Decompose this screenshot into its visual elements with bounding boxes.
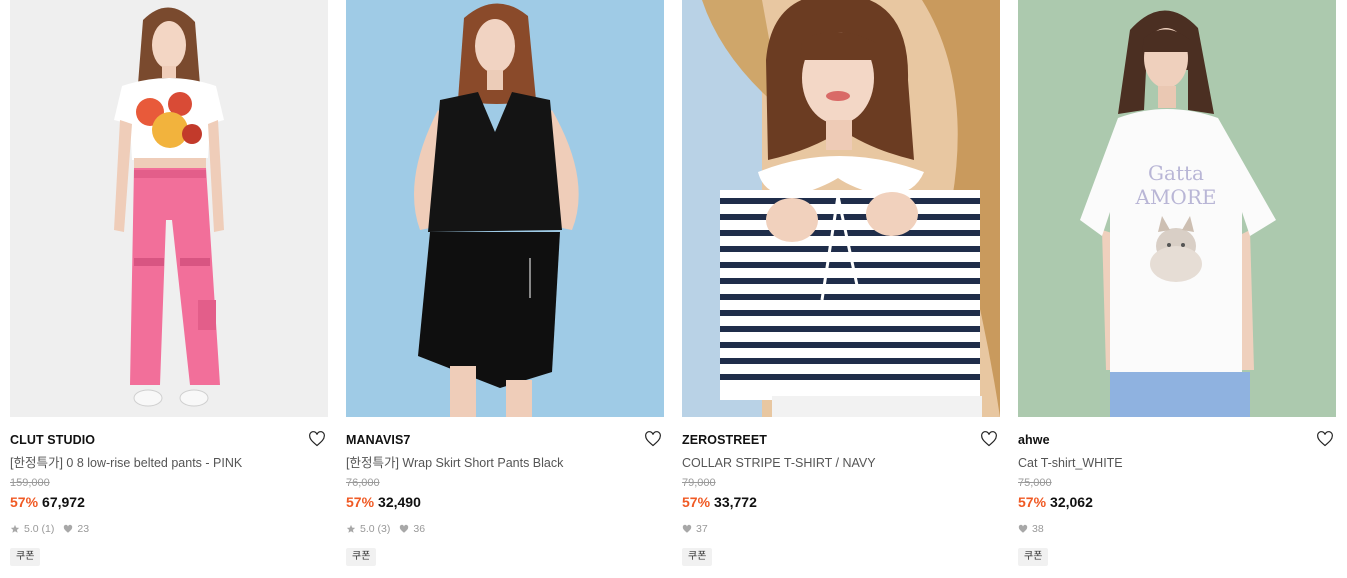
svg-text:AMORE: AMORE	[1135, 185, 1217, 209]
brand-row: ahwe	[1018, 430, 1336, 452]
product-image[interactable]	[346, 0, 664, 417]
heart-filled-icon	[682, 524, 692, 533]
product-card[interactable]: MANAVIS7 [한정특가] Wrap Skirt Short Pants B…	[346, 0, 664, 578]
likes: 23	[63, 522, 89, 536]
product-card[interactable]: Gatta AMORE ahwe Cat T-shirt_WHITE 75,00…	[1018, 0, 1336, 578]
product-card[interactable]: CLUT STUDIO [한정특가] 0 8 low-rise belted p…	[10, 0, 328, 578]
coupon-badge: 쿠폰	[10, 548, 41, 566]
product-grid: CLUT STUDIO [한정특가] 0 8 low-rise belted p…	[0, 0, 1347, 578]
product-image[interactable]	[682, 0, 1000, 417]
heart-filled-icon	[64, 524, 73, 533]
star-icon	[10, 524, 20, 533]
product-title[interactable]: [한정특가] Wrap Skirt Short Pants Black	[346, 455, 664, 471]
discount-rate: 57%	[1018, 494, 1047, 510]
coupon-badge: 쿠폰	[346, 548, 377, 566]
brand-name[interactable]: ahwe	[1018, 433, 1050, 447]
like-heart-outline-icon[interactable]	[307, 429, 327, 449]
rating: 5.0 (3)	[346, 522, 390, 536]
like-count: 36	[413, 523, 426, 535]
review-count: (1)	[41, 523, 55, 535]
rating-value: 5.0	[24, 523, 39, 535]
discount-rate: 57%	[682, 494, 711, 510]
brand-row: CLUT STUDIO	[10, 430, 328, 452]
likes: 36	[399, 522, 425, 536]
discount-rate: 57%	[10, 494, 39, 510]
brand-row: ZEROSTREET	[682, 430, 1000, 452]
heart-filled-icon	[1018, 524, 1028, 533]
likes: 37	[682, 522, 708, 536]
like-heart-outline-icon[interactable]	[643, 429, 663, 449]
rating: 5.0 (1)	[10, 522, 54, 536]
brand-name[interactable]: CLUT STUDIO	[10, 433, 95, 447]
sale-price: 33,772	[714, 494, 757, 510]
meta-row: 5.0 (3) 36	[346, 522, 664, 536]
price-row: 57% 67,972	[10, 493, 328, 511]
original-price: 79,000	[682, 477, 716, 489]
brand-row: MANAVIS7	[346, 430, 664, 452]
original-price: 76,000	[346, 477, 380, 489]
sale-price: 32,490	[378, 494, 421, 510]
like-heart-outline-icon[interactable]	[979, 429, 999, 449]
product-image[interactable]	[10, 0, 328, 417]
sale-price: 67,972	[42, 494, 85, 510]
like-count: 37	[696, 523, 708, 535]
brand-name[interactable]: ZEROSTREET	[682, 433, 767, 447]
meta-row: 37	[682, 522, 1000, 536]
price-row: 57% 33,772	[682, 493, 1000, 511]
star-icon	[346, 524, 356, 533]
product-title[interactable]: COLLAR STRIPE T-SHIRT / NAVY	[682, 455, 1000, 471]
brand-name[interactable]: MANAVIS7	[346, 433, 410, 447]
price-row: 57% 32,490	[346, 493, 664, 511]
like-count: 23	[77, 523, 90, 535]
svg-text:Gatta: Gatta	[1148, 161, 1204, 185]
product-image[interactable]: Gatta AMORE	[1018, 0, 1336, 417]
discount-rate: 57%	[346, 494, 375, 510]
likes: 38	[1018, 522, 1044, 536]
price-row: 57% 32,062	[1018, 493, 1336, 511]
meta-row: 5.0 (1) 23	[10, 522, 328, 536]
meta-row: 38	[1018, 522, 1336, 536]
like-heart-outline-icon[interactable]	[1315, 429, 1335, 449]
original-price: 159,000	[10, 477, 50, 489]
product-card[interactable]: ZEROSTREET COLLAR STRIPE T-SHIRT / NAVY …	[682, 0, 1000, 578]
sale-price: 32,062	[1050, 494, 1093, 510]
coupon-badge: 쿠폰	[682, 548, 713, 566]
heart-filled-icon	[400, 524, 409, 533]
product-title[interactable]: Cat T-shirt_WHITE	[1018, 455, 1336, 471]
original-price: 75,000	[1018, 477, 1052, 489]
product-title[interactable]: [한정특가] 0 8 low-rise belted pants - PINK	[10, 455, 328, 471]
like-count: 38	[1032, 523, 1044, 535]
rating-value: 5.0	[360, 523, 375, 535]
coupon-badge: 쿠폰	[1018, 548, 1049, 566]
review-count: (3)	[377, 523, 391, 535]
